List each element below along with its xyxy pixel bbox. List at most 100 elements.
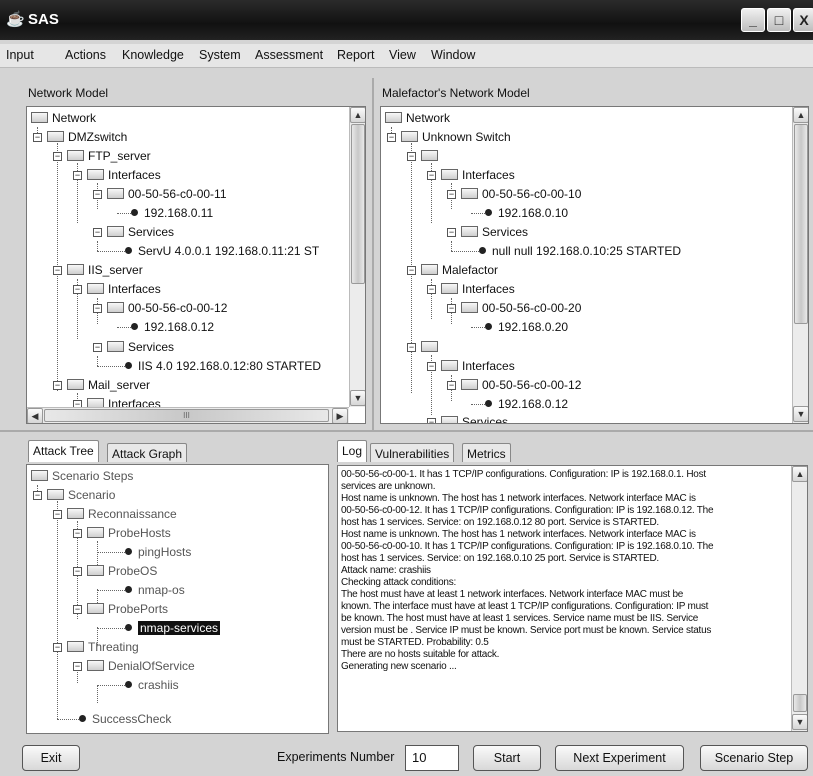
- collapse-icon[interactable]: −: [73, 285, 82, 294]
- tree-node-threating[interactable]: Threating: [67, 639, 139, 655]
- horizontal-scrollbar[interactable]: ◀ III ▶: [27, 407, 349, 423]
- collapse-icon[interactable]: −: [387, 133, 396, 142]
- tree-node-mac[interactable]: 00-50-56-c0-00-20: [461, 300, 581, 316]
- scroll-down-icon[interactable]: ▼: [793, 406, 808, 422]
- tree-node-ip[interactable]: 192.168.0.20: [481, 319, 568, 335]
- menu-actions[interactable]: Actions: [65, 48, 106, 62]
- collapse-icon[interactable]: −: [33, 491, 42, 500]
- collapse-icon[interactable]: −: [93, 190, 102, 199]
- tree-node-service[interactable]: null null 192.168.0.10:25 STARTED: [475, 243, 681, 259]
- collapse-icon[interactable]: −: [447, 190, 456, 199]
- scrollbar-thumb[interactable]: [794, 124, 808, 324]
- tree-node-interfaces[interactable]: Interfaces: [87, 167, 161, 183]
- tab-metrics[interactable]: Metrics: [462, 443, 511, 462]
- close-button[interactable]: X: [793, 8, 813, 32]
- collapse-icon[interactable]: −: [73, 529, 82, 538]
- scroll-down-icon[interactable]: ▼: [792, 714, 807, 730]
- tree-node-mac[interactable]: 00-50-56-c0-00-12: [107, 300, 227, 316]
- tree-node-nmap-os[interactable]: nmap-os: [121, 582, 185, 598]
- tree-node-interfaces[interactable]: Interfaces: [441, 358, 515, 374]
- vertical-split-divider[interactable]: [372, 78, 374, 430]
- collapse-icon[interactable]: −: [93, 304, 102, 313]
- tree-node-ip[interactable]: 192.168.0.10: [481, 205, 568, 221]
- collapse-icon[interactable]: −: [53, 152, 62, 161]
- menu-knowledge[interactable]: Knowledge: [122, 48, 184, 62]
- menu-view[interactable]: View: [389, 48, 416, 62]
- tree-node-scenario-steps[interactable]: Scenario Steps: [31, 468, 133, 484]
- tree-node-mac[interactable]: 00-50-56-c0-00-11: [107, 186, 227, 202]
- collapse-icon[interactable]: −: [427, 171, 436, 180]
- log-text-area[interactable]: 00-50-56-c0-00-1. It has 1 TCP/IP config…: [337, 465, 808, 732]
- collapse-icon[interactable]: −: [53, 266, 62, 275]
- tree-node-denialofservice[interactable]: DenialOfService: [87, 658, 195, 674]
- collapse-icon[interactable]: −: [93, 228, 102, 237]
- collapse-icon[interactable]: −: [427, 418, 436, 423]
- menu-window[interactable]: Window: [431, 48, 475, 62]
- tree-node-dmzswitch[interactable]: DMZswitch: [47, 129, 127, 145]
- tree-node-services[interactable]: Services: [107, 224, 174, 240]
- collapse-icon[interactable]: −: [53, 510, 62, 519]
- maximize-button[interactable]: □: [767, 8, 791, 32]
- vertical-scrollbar[interactable]: ▲ ▼: [792, 107, 808, 423]
- collapse-icon[interactable]: −: [73, 171, 82, 180]
- tree-node-interfaces[interactable]: Interfaces: [87, 281, 161, 297]
- collapse-icon[interactable]: −: [447, 228, 456, 237]
- collapse-icon[interactable]: −: [53, 643, 62, 652]
- menu-system[interactable]: System: [199, 48, 241, 62]
- tree-node-ip[interactable]: 192.168.0.12: [481, 396, 568, 412]
- tree-node-network[interactable]: Network: [385, 110, 450, 126]
- collapse-icon[interactable]: −: [93, 343, 102, 352]
- tree-node-probeos[interactable]: ProbeOS: [87, 563, 157, 579]
- collapse-icon[interactable]: −: [53, 381, 62, 390]
- tree-node-ftp-server[interactable]: FTP_server: [67, 148, 151, 164]
- scroll-up-icon[interactable]: ▲: [793, 107, 808, 123]
- scrollbar-thumb[interactable]: [351, 124, 365, 284]
- tree-node-unnamed-host[interactable]: [421, 148, 442, 164]
- tree-node-scenario[interactable]: Scenario: [47, 487, 115, 503]
- tree-node-services[interactable]: Services: [107, 339, 174, 355]
- tree-node-mail-server[interactable]: Mail_server: [67, 377, 150, 393]
- tree-node-ip[interactable]: 192.168.0.12: [127, 319, 214, 335]
- collapse-icon[interactable]: −: [407, 266, 416, 275]
- collapse-icon[interactable]: −: [407, 152, 416, 161]
- collapse-icon[interactable]: −: [33, 133, 42, 142]
- scroll-right-icon[interactable]: ▶: [332, 408, 348, 423]
- horizontal-split-divider[interactable]: [0, 430, 813, 432]
- tree-node-iis-server[interactable]: IIS_server: [67, 262, 143, 278]
- collapse-icon[interactable]: −: [407, 343, 416, 352]
- tree-node-unnamed-host[interactable]: [421, 339, 442, 355]
- tree-node-nmap-services-selected[interactable]: nmap-services: [121, 620, 221, 636]
- vertical-scrollbar[interactable]: ▲ ▼: [349, 107, 365, 407]
- next-experiment-button[interactable]: Next Experiment: [555, 745, 684, 771]
- minimize-button[interactable]: _: [741, 8, 765, 32]
- tree-node-mac[interactable]: 00-50-56-c0-00-10: [461, 186, 581, 202]
- scrollbar-thumb[interactable]: III: [44, 409, 329, 422]
- tree-node-unknown-switch[interactable]: Unknown Switch: [401, 129, 511, 145]
- experiments-number-input[interactable]: 10: [405, 745, 459, 771]
- menu-report[interactable]: Report: [337, 48, 375, 62]
- start-button[interactable]: Start: [473, 745, 541, 771]
- scroll-up-icon[interactable]: ▲: [792, 466, 807, 482]
- collapse-icon[interactable]: −: [73, 567, 82, 576]
- tree-node-services[interactable]: Services: [461, 224, 528, 240]
- scroll-down-icon[interactable]: ▼: [350, 390, 365, 406]
- menu-assessment[interactable]: Assessment: [255, 48, 323, 62]
- tree-node-interfaces[interactable]: Interfaces: [441, 281, 515, 297]
- tab-log[interactable]: Log: [337, 440, 368, 462]
- tab-attack-tree[interactable]: Attack Tree: [28, 440, 99, 462]
- vertical-scrollbar[interactable]: ▲ ▼: [791, 466, 807, 731]
- collapse-icon[interactable]: −: [73, 662, 82, 671]
- tree-node-pinghosts[interactable]: pingHosts: [121, 544, 191, 560]
- tree-node-probehosts[interactable]: ProbeHosts: [87, 525, 171, 541]
- menu-input[interactable]: Input: [6, 48, 34, 62]
- tab-attack-graph[interactable]: Attack Graph: [107, 443, 188, 462]
- tree-node-services[interactable]: Services: [441, 414, 508, 423]
- tree-node-probeports[interactable]: ProbePorts: [87, 601, 168, 617]
- scenario-step-button[interactable]: Scenario Step: [700, 745, 808, 771]
- scroll-left-icon[interactable]: ◀: [27, 408, 43, 423]
- tree-node-interfaces[interactable]: Interfaces: [441, 167, 515, 183]
- tab-vulnerabilities[interactable]: Vulnerabilities: [370, 443, 455, 462]
- scrollbar-thumb[interactable]: [793, 694, 807, 712]
- scroll-up-icon[interactable]: ▲: [350, 107, 365, 123]
- tree-node-service[interactable]: ServU 4.0.0.1 192.168.0.11:21 ST: [121, 243, 319, 259]
